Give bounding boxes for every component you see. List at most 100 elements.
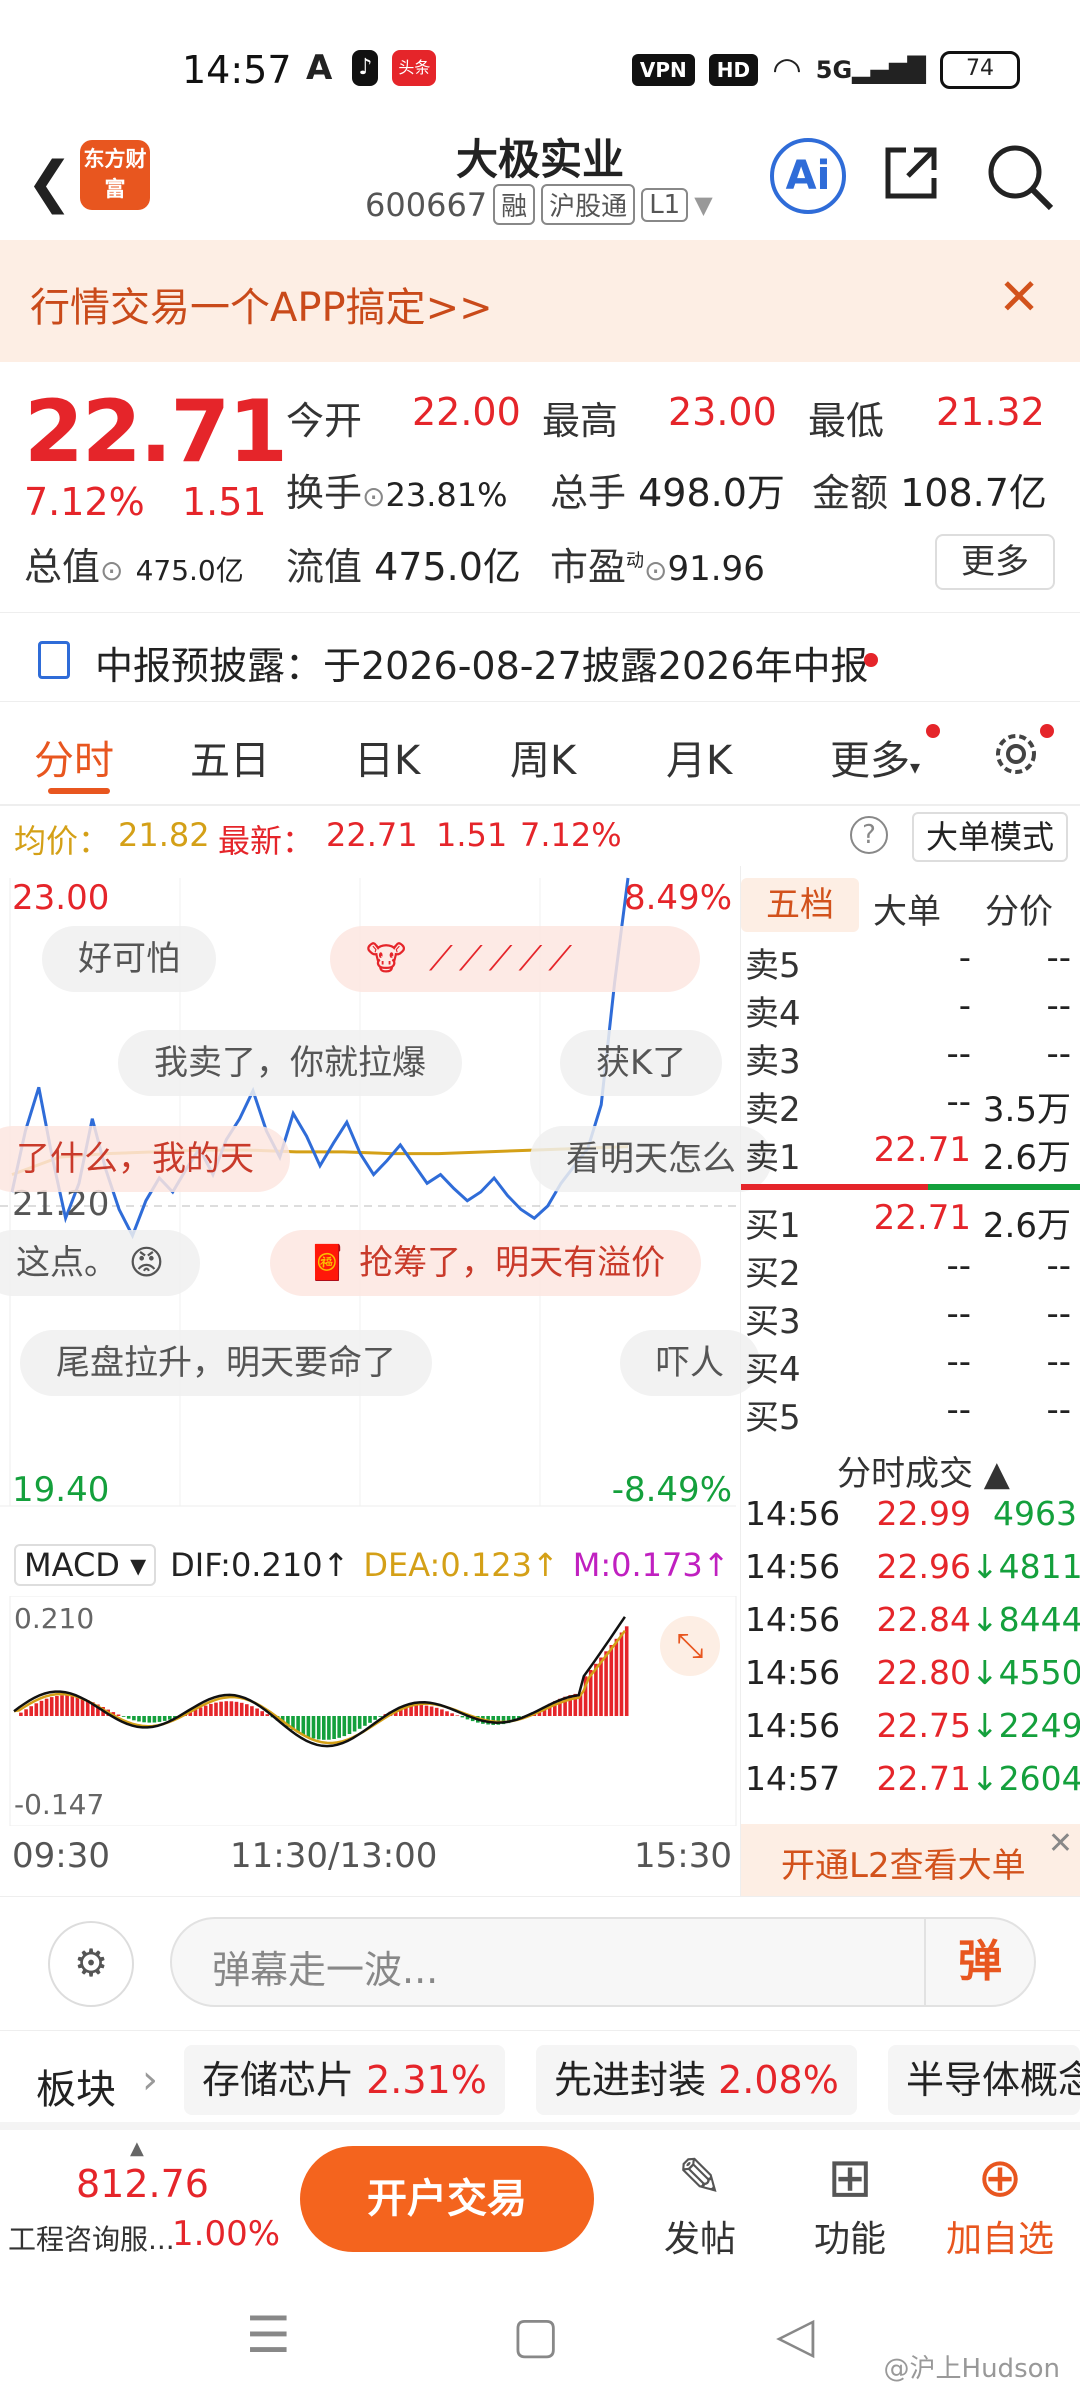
post-button[interactable]: ✎ 发帖 <box>640 2146 760 2262</box>
danmu-comment[interactable]: 尾盘拉升，明天要命了 <box>20 1330 432 1396</box>
y-axis-bottom-pct: -8.49% <box>611 1470 732 1510</box>
level-label: 买5 <box>745 1398 801 1438</box>
expand-icon[interactable]: ⤡ <box>660 1616 720 1676</box>
l2-upgrade-banner[interactable]: 开通L2查看大单 ✕ <box>741 1824 1080 1896</box>
danmu-comment[interactable]: 好可怕 <box>42 926 216 992</box>
danmu-comment[interactable]: 获K了 <box>560 1030 723 1096</box>
macd-y-bottom: -0.147 <box>14 1788 105 1821</box>
macd-histogram-bar <box>342 1716 347 1737</box>
ai-assistant-icon[interactable]: Ai <box>770 138 846 214</box>
trade-volume: 4963 <box>993 1494 1077 1533</box>
promo-text[interactable]: 行情交易一个APP搞定>> <box>30 275 493 333</box>
macd-histogram-bar <box>260 1711 264 1716</box>
time-axis-mid: 11:30/13:00 <box>230 1836 438 1876</box>
tab-five-day[interactable]: 五日 <box>190 728 270 786</box>
danmu-comment[interactable]: 看明天怎么 <box>530 1126 772 1192</box>
big-order-mode-button[interactable]: 大单模式 <box>911 812 1068 862</box>
tab-daily-k[interactable]: 日K <box>354 728 420 786</box>
menu-icon[interactable]: ☰ <box>246 2306 291 2364</box>
bid-row[interactable]: 买1 22.71 2.6万 <box>741 1198 1080 1246</box>
function-button[interactable]: ⊞ 功能 <box>790 2146 910 2262</box>
trade-row: 14:56 22.99 4963 <box>741 1494 1080 1544</box>
help-icon[interactable]: ? <box>850 816 888 854</box>
l2-upgrade-text[interactable]: 开通L2查看大单 <box>781 1838 1026 1887</box>
sector-chip[interactable]: 半导体概念 <box>888 2045 1080 2115</box>
level-label: 买4 <box>745 1350 801 1390</box>
bid-row[interactable]: 买4 -- -- <box>741 1342 1080 1390</box>
home-icon[interactable]: ▢ <box>512 2306 559 2364</box>
more-button[interactable]: 更多 <box>935 534 1055 590</box>
close-icon[interactable]: ✕ <box>1048 1826 1073 1861</box>
sector-index-value[interactable]: 812.76 <box>76 2162 209 2206</box>
macd-panel[interactable]: MACD ▾ DIF:0.210↑ DEA:0.123↑ M:0.173↑ 0.… <box>0 1536 740 1896</box>
tab-intraday[interactable]: 分时 <box>34 728 114 786</box>
ask-row[interactable]: 卖3 -- -- <box>741 1034 1080 1082</box>
ask-row[interactable]: 卖2 -- 3.5万 <box>741 1082 1080 1130</box>
danmu-comment[interactable]: 🧧 抢筹了，明天有溢价 <box>270 1230 702 1296</box>
macd-histogram-bar <box>301 1716 306 1735</box>
stock-code: 600667 <box>365 185 488 224</box>
danmu-comment[interactable]: 了什么，我的天 <box>0 1126 290 1192</box>
settings-icon[interactable] <box>988 726 1044 782</box>
close-icon[interactable]: ✕ <box>998 268 1040 326</box>
bid-row[interactable]: 买3 -- -- <box>741 1294 1080 1342</box>
back-nav-icon[interactable]: ◁ <box>776 2306 814 2364</box>
macd-histogram-bar <box>70 1695 75 1716</box>
level-tag: L1 <box>641 187 689 222</box>
danmu-settings-icon[interactable]: ⚙ <box>48 1921 134 2007</box>
sector-label[interactable]: 板块 <box>36 2057 116 2115</box>
promo-banner[interactable]: 行情交易一个APP搞定>> ✕ <box>0 240 1080 362</box>
macd-histogram-bar <box>460 1716 465 1718</box>
macd-histogram-bar <box>419 1705 424 1716</box>
open-account-button[interactable]: 开户交易 <box>300 2146 594 2252</box>
macd-histogram-bar <box>368 1716 372 1723</box>
danmu-input[interactable]: 弹幕走一波... 弹 <box>170 1917 1036 2007</box>
sector-chip[interactable]: 先进封装 2.08% <box>536 2045 857 2115</box>
signal-icon: 5G▂▄▆█ <box>815 56 926 84</box>
bid-row[interactable]: 买2 -- -- <box>741 1246 1080 1294</box>
intraday-chart[interactable]: 23.00 8.49% 21.20 19.40 -8.49% 好可怕 🐮 ⟋⟋⟋… <box>0 866 772 1536</box>
add-watchlist-button[interactable]: ⊕ 加自选 <box>940 2146 1060 2262</box>
danmu-comment[interactable]: 这点。 😡 <box>0 1230 201 1296</box>
ask-row[interactable]: 卖5- -- <box>741 938 1080 986</box>
macd-histogram-bar <box>347 1716 352 1734</box>
danmu-comment[interactable]: 我卖了，你就拉爆 <box>118 1030 462 1096</box>
danmu-comment[interactable]: 吓人 <box>620 1330 760 1396</box>
trade-time: 14:56 <box>745 1600 841 1639</box>
bid-row[interactable]: 买5 -- -- <box>741 1390 1080 1438</box>
tab-more[interactable]: 更多▾ <box>830 728 920 786</box>
indicator-select[interactable]: MACD ▾ <box>14 1544 157 1586</box>
level-label: 买1 <box>745 1206 801 1246</box>
sector-index-name[interactable]: 工程咨询服... <box>8 2218 175 2258</box>
level-price: -- <box>946 1082 971 1122</box>
macd-histogram-bar <box>168 1716 172 1720</box>
tab-big-orders[interactable]: 大单 <box>873 884 941 933</box>
chevron-right-icon[interactable]: › <box>142 2057 158 2103</box>
danmu-toggle-button[interactable]: 弹 <box>924 1919 1034 2005</box>
level-label: 卖1 <box>745 1138 801 1178</box>
edit-icon: ✎ <box>677 2146 723 2209</box>
trades-title[interactable]: 分时成交 ▲ <box>837 1446 1010 1495</box>
level-volume: 2.6万 <box>982 1206 1071 1246</box>
level-volume: -- <box>1046 1294 1071 1334</box>
macd-header: MACD ▾ DIF:0.210↑ DEA:0.123↑ M:0.173↑ <box>14 1544 730 1586</box>
macd-histogram-bar <box>265 1714 270 1716</box>
trade-time: 14:57 <box>745 1759 841 1798</box>
search-icon[interactable] <box>985 142 1055 212</box>
trade-volume: ↓4811 <box>971 1547 1080 1586</box>
ask-row[interactable]: 卖4- -- <box>741 986 1080 1034</box>
stock-code-row[interactable]: 600667 融 沪股通 L1 ▼ <box>365 184 713 225</box>
tab-weekly-k[interactable]: 周K <box>510 728 576 786</box>
float-field: 流值 475.0亿 <box>286 545 521 589</box>
share-icon[interactable] <box>880 142 942 204</box>
quote-panel: 22.71 7.12% 1.51 今开 22.00 最高 23.00 最低 21… <box>0 362 1080 602</box>
notification-icons: A ♪ 头条 <box>300 50 437 86</box>
report-notice[interactable]: 中报预披露：于2026-08-27披露2026年中报 <box>0 612 1080 702</box>
tab-monthly-k[interactable]: 月K <box>666 728 732 786</box>
tab-price-distribution[interactable]: 分价 <box>985 884 1053 933</box>
danmu-rocket-comment[interactable]: 🐮 ⟋⟋⟋⟋⟋ <box>330 926 700 992</box>
ask-row[interactable]: 卖1 22.71 2.6万 <box>741 1130 1080 1178</box>
tab-five-levels[interactable]: 五档 <box>741 878 859 932</box>
sector-chip[interactable]: 存储芯片 2.31% <box>184 2045 505 2115</box>
macd-dif: DIF:0.210↑ <box>170 1546 350 1584</box>
